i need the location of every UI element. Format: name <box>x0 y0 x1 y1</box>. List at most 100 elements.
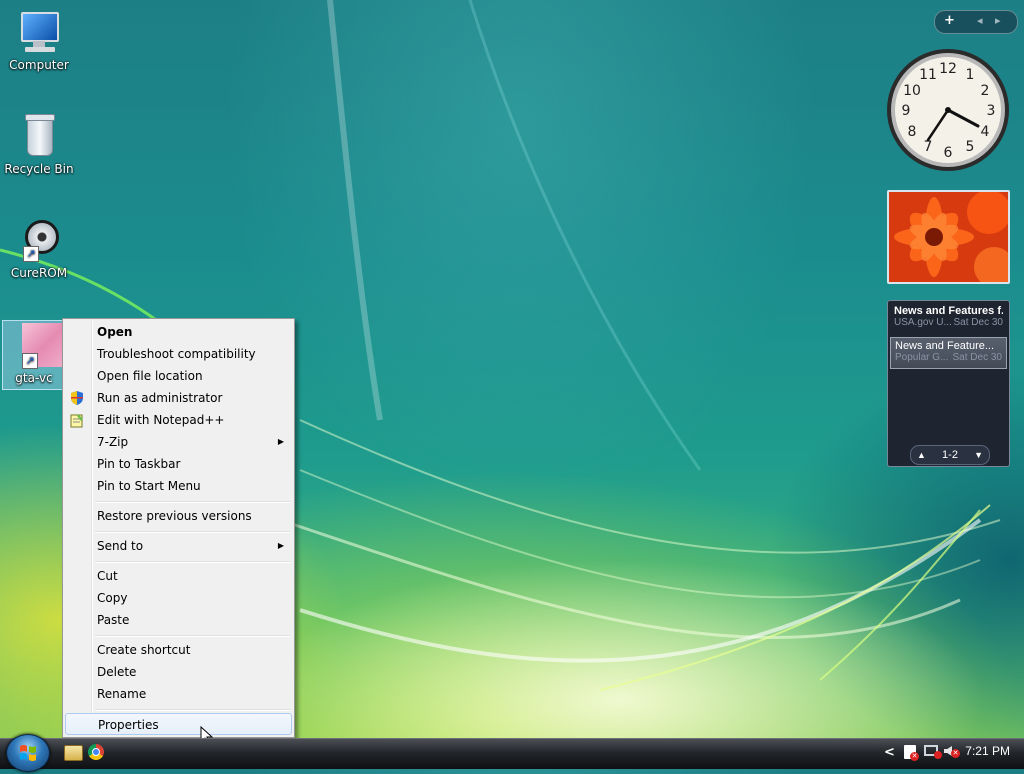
menu-item-label: Copy <box>97 591 128 605</box>
menu-item-restore-previous-versions[interactable]: Restore previous versions <box>65 505 292 527</box>
menu-item-paste[interactable]: Paste <box>65 609 292 631</box>
svg-text:11: 11 <box>919 67 937 83</box>
menu-item-edit-with-notepadpp[interactable]: Edit with Notepad++ <box>65 409 292 431</box>
menu-item-rename[interactable]: Rename <box>65 683 292 705</box>
uac-shield-icon <box>71 391 83 405</box>
flower-photo <box>889 192 1008 282</box>
menu-item-properties[interactable]: Properties <box>65 713 292 735</box>
feed-headlines-gadget: News and Features f... USA.gov U... Sat D… <box>887 300 1010 467</box>
volume-mute-badge-icon: ✕ <box>951 749 960 758</box>
menu-item-label: Send to <box>97 539 144 553</box>
feed-item-date: Sat Dec 30 <box>953 317 1003 328</box>
menu-separator <box>95 561 290 563</box>
start-button[interactable] <box>6 734 50 772</box>
menu-separator <box>95 635 290 637</box>
submenu-arrow-icon: ▶ <box>277 541 284 550</box>
menu-item-delete[interactable]: Delete <box>65 661 292 683</box>
svg-text:3: 3 <box>987 103 996 119</box>
feed-item-date: Sat Dec 30 <box>952 352 1002 363</box>
tray-expand-button[interactable]: < <box>884 745 895 760</box>
menu-item-run-as-administrator[interactable]: Run as administrator <box>65 387 292 409</box>
desktop-icon-label: Computer <box>9 58 69 72</box>
menu-item-label: Rename <box>97 687 147 701</box>
network-icon[interactable] <box>924 745 942 759</box>
windows-logo-icon <box>20 745 36 761</box>
taskbar: < ✕ ✕ <box>0 738 1024 769</box>
feed-pager: ▲ 1-2 ▼ <box>910 445 990 465</box>
recycle-bin-icon <box>15 112 63 160</box>
svg-text:12: 12 <box>939 61 957 77</box>
tray-clock[interactable]: 7:21 PM <box>965 744 1010 758</box>
notepadpp-icon <box>70 414 83 428</box>
menu-item-label: Cut <box>97 569 118 583</box>
feed-item[interactable]: News and Features f... USA.gov U... Sat D… <box>890 303 1007 335</box>
svg-text:4: 4 <box>981 124 990 140</box>
svg-text:1: 1 <box>966 67 975 83</box>
menu-item-cut[interactable]: Cut <box>65 565 292 587</box>
desktop-icon-computer[interactable]: Computer <box>2 8 76 72</box>
feed-item-title: News and Features f... <box>894 305 1003 317</box>
svg-text:7: 7 <box>924 139 933 155</box>
menu-item-open-file-location[interactable]: Open file location <box>65 365 292 387</box>
quick-launch-show-desktop-icon[interactable] <box>64 745 83 761</box>
computer-icon <box>15 8 63 56</box>
menu-item-troubleshoot-compatibility[interactable]: Troubleshoot compatibility <box>65 343 292 365</box>
menu-item-label: Open file location <box>97 369 203 383</box>
menu-item-label: 7-Zip <box>97 435 129 449</box>
svg-text:8: 8 <box>908 124 917 140</box>
feed-down-button[interactable]: ▼ <box>974 446 983 464</box>
desktop-icon-recycle-bin[interactable]: Recycle Bin <box>2 112 76 176</box>
menu-item-label: Pin to Taskbar <box>97 457 181 471</box>
prev-gadget-button[interactable]: ◂ <box>977 14 983 27</box>
feed-item-title: News and Feature... <box>895 340 995 352</box>
gta-vc-icon: ↗ <box>10 321 68 369</box>
menu-item-label: Edit with Notepad++ <box>97 413 225 427</box>
next-gadget-button[interactable]: ▸ <box>995 14 1001 27</box>
desktop-icon-label: Recycle Bin <box>4 162 74 176</box>
add-gadget-button[interactable]: + <box>944 13 955 28</box>
menu-item-label: Restore previous versions <box>97 509 252 523</box>
menu-item-pin-to-taskbar[interactable]: Pin to Taskbar <box>65 453 292 475</box>
menu-item-pin-to-start-menu[interactable]: Pin to Start Menu <box>65 475 292 497</box>
svg-text:2: 2 <box>981 83 990 99</box>
desktop-icon-curerom[interactable]: ↗ CureROM <box>2 216 76 280</box>
feed-item[interactable]: News and Feature... Popular G... Sat Dec … <box>890 337 1007 369</box>
menu-separator <box>95 709 290 711</box>
menu-item-7zip[interactable]: 7-Zip ▶ <box>65 431 292 453</box>
shortcut-arrow-icon: ↗ <box>22 353 38 369</box>
svg-text:6: 6 <box>944 145 953 161</box>
disc-icon: ↗ <box>15 216 63 264</box>
context-menu: Open Troubleshoot compatibility Open fil… <box>62 318 295 738</box>
menu-item-label: Troubleshoot compatibility <box>97 347 256 361</box>
feed-page-indicator: 1-2 <box>942 449 958 461</box>
menu-item-send-to[interactable]: Send to ▶ <box>65 535 292 557</box>
menu-item-copy[interactable]: Copy <box>65 587 292 609</box>
svg-text:5: 5 <box>966 139 975 155</box>
menu-item-label: Run as administrator <box>97 391 223 405</box>
menu-item-label: Delete <box>97 665 137 679</box>
clock-gadget[interactable]: 12 12 345 678 91011 <box>886 48 1010 172</box>
menu-item-label: Create shortcut <box>97 643 191 657</box>
desktop-icon-label: gta-vc <box>15 371 53 385</box>
sidebar-controls: + ◂ ▸ <box>934 10 1018 34</box>
menu-item-label: Pin to Start Menu <box>97 479 201 493</box>
submenu-arrow-icon: ▶ <box>277 437 284 446</box>
menu-separator <box>95 531 290 533</box>
desktop-icon-gta-vc[interactable]: ↗ gta-vc <box>2 320 68 390</box>
feed-item-source: USA.gov U... <box>894 317 952 328</box>
desktop-icon-label: CureROM <box>10 266 68 280</box>
menu-item-label: Open <box>97 325 133 339</box>
shortcut-arrow-icon: ↗ <box>23 246 39 262</box>
menu-item-open[interactable]: Open <box>65 321 292 343</box>
menu-item-create-shortcut[interactable]: Create shortcut <box>65 639 292 661</box>
quick-launch-chrome-icon[interactable] <box>88 744 104 760</box>
feed-item-source: Popular G... <box>895 352 949 363</box>
menu-separator <box>95 501 290 503</box>
action-center-icon[interactable]: ✕ <box>904 745 919 761</box>
svg-text:10: 10 <box>903 83 921 99</box>
svg-text:9: 9 <box>902 103 911 119</box>
feed-up-button[interactable]: ▲ <box>917 446 926 464</box>
slideshow-gadget[interactable] <box>887 190 1010 284</box>
menu-item-label: Paste <box>97 613 130 627</box>
menu-item-label: Properties <box>98 718 159 732</box>
